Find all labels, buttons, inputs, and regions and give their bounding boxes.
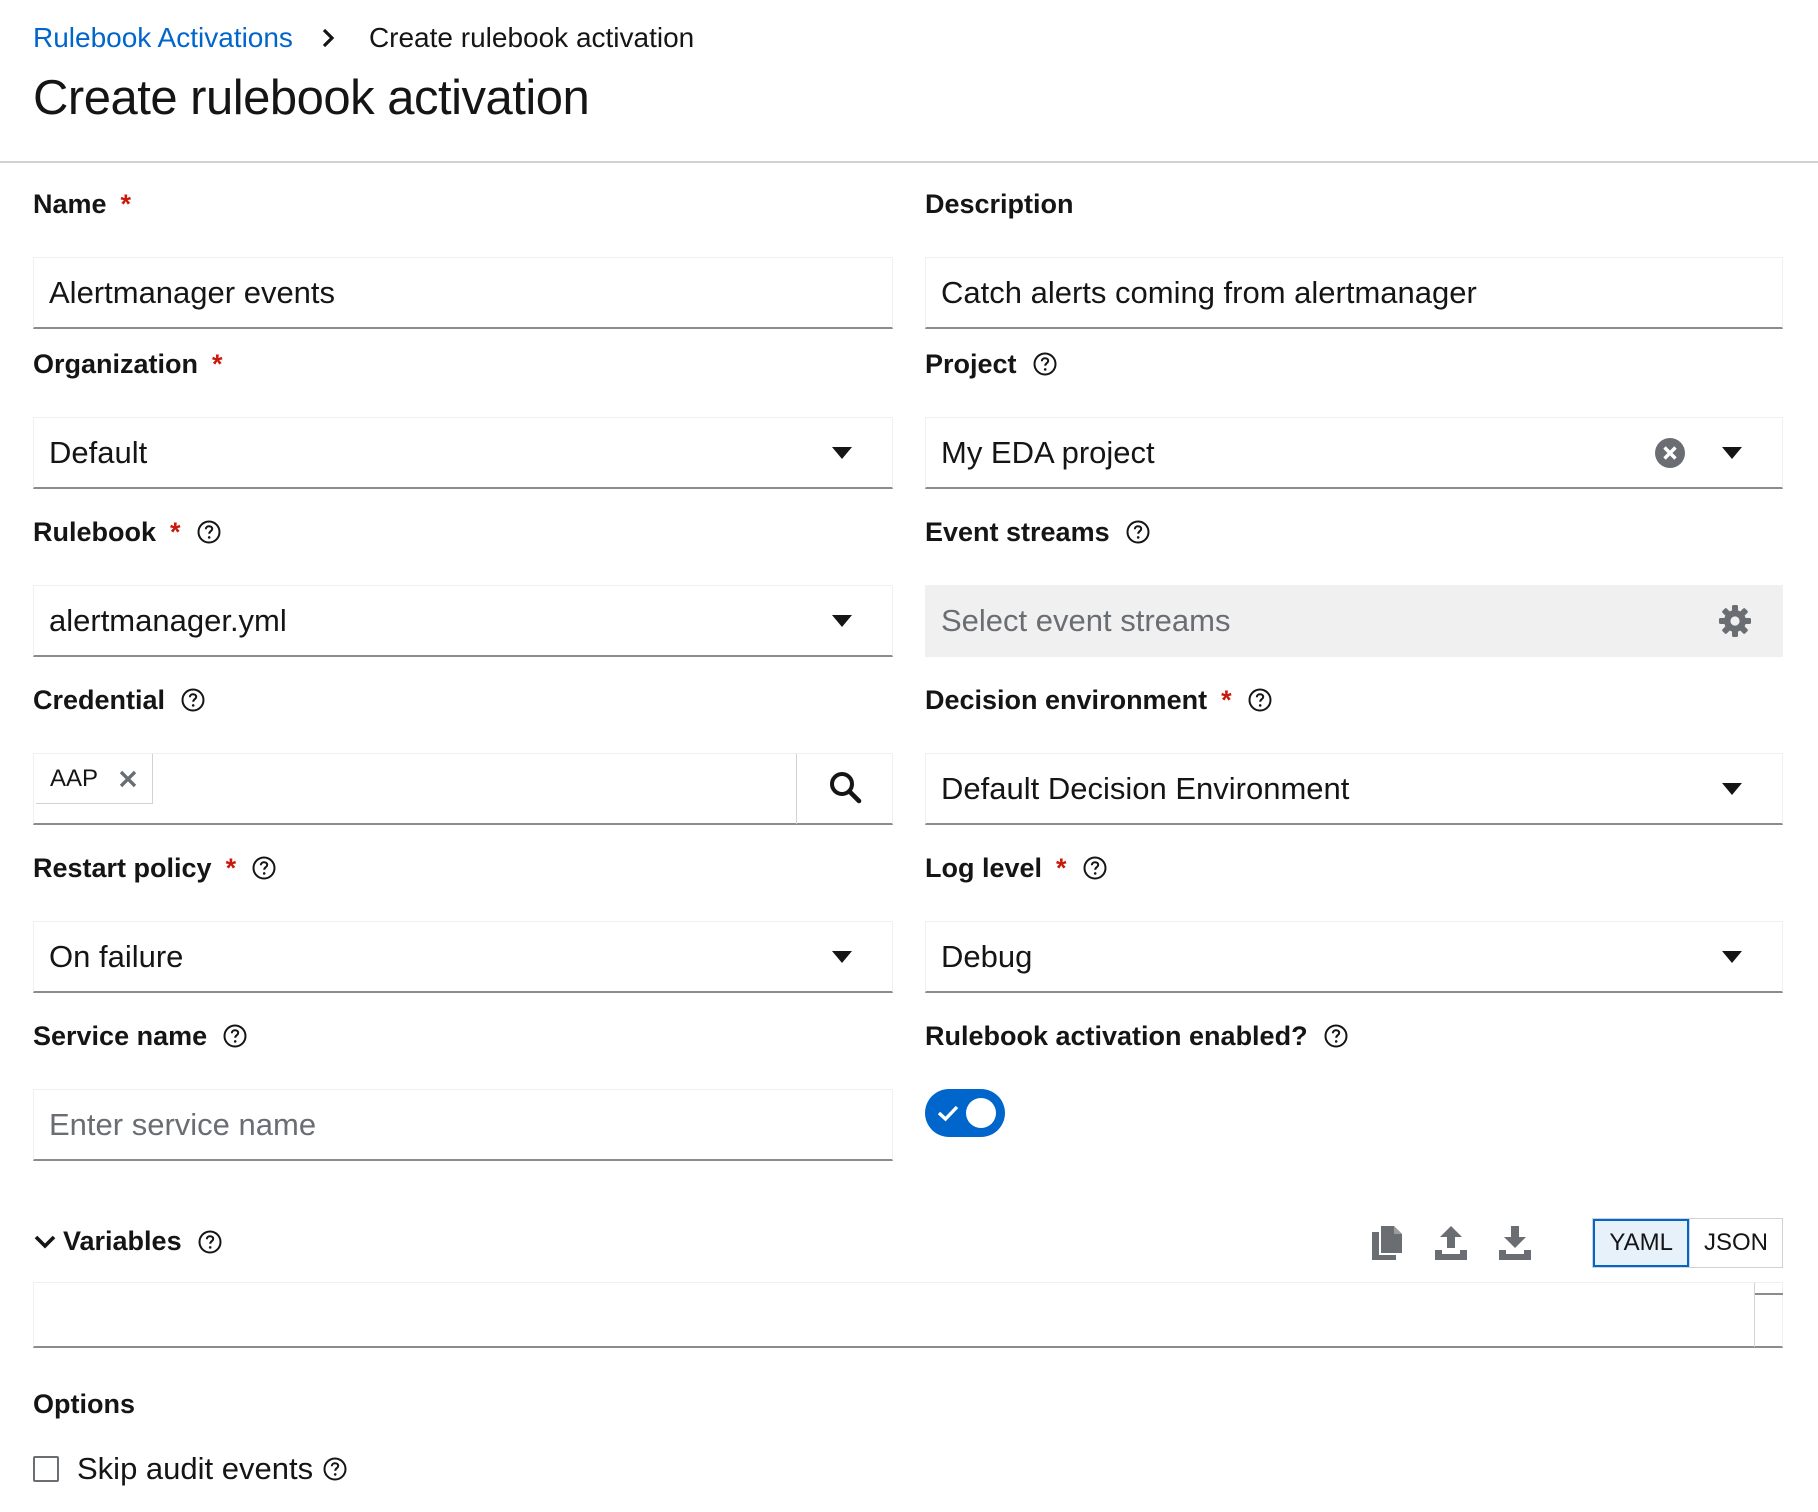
required-asterisk: * — [1056, 852, 1067, 883]
toggle-knob — [966, 1098, 996, 1128]
skip-audit-events-checkbox[interactable] — [33, 1456, 59, 1482]
skip-audit-events-row: Skip audit events — [33, 1451, 347, 1487]
variables-toggle[interactable]: Variables — [33, 1226, 222, 1257]
restart-policy-field-group: Restart policy * On failure — [33, 851, 893, 993]
page-title: Create rulebook activation — [33, 71, 590, 125]
rulebook-field-group: Rulebook * alertmanager.yml — [33, 515, 893, 657]
chevron-down-icon — [33, 1230, 57, 1254]
help-icon[interactable] — [198, 1230, 222, 1254]
rulebook-label: Rulebook * — [33, 515, 893, 549]
help-icon[interactable] — [1126, 520, 1150, 544]
description-input[interactable]: Catch alerts coming from alertmanager — [925, 257, 1783, 329]
variables-editor[interactable] — [33, 1282, 1783, 1348]
credential-input[interactable]: AAP — [33, 753, 893, 825]
project-field-group: Project My EDA project — [925, 347, 1783, 489]
name-input[interactable]: Alertmanager events — [33, 257, 893, 329]
credential-label: Credential — [33, 683, 893, 717]
description-label: Description — [925, 188, 1074, 219]
name-field-group: Name * Alertmanager events — [33, 187, 893, 329]
check-icon — [937, 1102, 959, 1124]
required-asterisk: * — [1221, 684, 1232, 715]
description-field-group: Description Catch alerts coming from ale… — [925, 187, 1783, 329]
options-label: Options — [33, 1389, 135, 1419]
help-icon[interactable] — [1248, 688, 1272, 712]
help-icon[interactable] — [1033, 352, 1057, 376]
format-toggle-group: YAML JSON — [1592, 1218, 1783, 1268]
required-asterisk: * — [170, 516, 181, 547]
help-icon[interactable] — [1324, 1024, 1348, 1048]
required-asterisk: * — [225, 852, 237, 883]
editor-scrollbar[interactable] — [1754, 1283, 1783, 1347]
project-select[interactable]: My EDA project — [925, 417, 1783, 489]
gear-icon[interactable] — [1718, 604, 1752, 638]
log-level-label: Log level * — [925, 851, 1783, 885]
clear-selection-icon[interactable] — [1653, 436, 1687, 470]
upload-icon[interactable] — [1434, 1223, 1468, 1263]
copy-icon[interactable] — [1370, 1223, 1404, 1263]
name-label: Name * — [33, 188, 132, 219]
event-streams-field-group: Event streams Select event streams — [925, 515, 1783, 657]
breadcrumb-current: Create rulebook activation — [368, 22, 695, 53]
help-icon[interactable] — [197, 520, 221, 544]
caret-down-icon — [1717, 438, 1747, 468]
credential-chip: AAP — [36, 754, 154, 804]
credential-search-button[interactable] — [796, 754, 892, 824]
restart-policy-label: Restart policy * — [33, 851, 893, 885]
project-label: Project — [925, 347, 1783, 381]
decision-environment-select[interactable]: Default Decision Environment — [925, 753, 1783, 825]
required-asterisk: * — [120, 188, 132, 219]
organization-select[interactable]: Default — [33, 417, 893, 489]
caret-down-icon — [827, 606, 857, 636]
variables-header: Variables YAML JSON — [33, 1218, 1783, 1268]
organization-label: Organization * — [33, 348, 223, 379]
service-name-label: Service name — [33, 1019, 893, 1053]
enabled-toggle[interactable] — [925, 1089, 1005, 1137]
enabled-label: Rulebook activation enabled? — [925, 1019, 1783, 1053]
organization-field-group: Organization * Default — [33, 347, 893, 489]
page-header: Rulebook Activations Create rulebook act… — [0, 0, 1818, 163]
decision-environment-field-group: Decision environment * Default Decision E… — [925, 683, 1783, 825]
credential-field-group: Credential AAP — [33, 683, 893, 825]
required-asterisk: * — [212, 348, 223, 379]
enabled-field-group: Rulebook activation enabled? — [925, 1019, 1783, 1137]
log-level-select[interactable]: Debug — [925, 921, 1783, 993]
log-level-field-group: Log level * Debug — [925, 851, 1783, 993]
rulebook-select[interactable]: alertmanager.yml — [33, 585, 893, 657]
skip-audit-events-label: Skip audit events — [77, 1451, 314, 1486]
chip-remove-icon[interactable] — [118, 769, 138, 789]
format-yaml-button[interactable]: YAML — [1593, 1219, 1689, 1267]
help-icon[interactable] — [181, 688, 205, 712]
chevron-right-icon — [315, 24, 343, 52]
search-icon — [828, 770, 862, 809]
variables-toolbar: YAML JSON — [1370, 1218, 1783, 1268]
help-icon[interactable] — [252, 856, 276, 880]
caret-down-icon — [827, 438, 857, 468]
event-streams-input[interactable]: Select event streams — [925, 585, 1783, 657]
format-json-button[interactable]: JSON — [1688, 1219, 1782, 1267]
restart-policy-select[interactable]: On failure — [33, 921, 893, 993]
event-streams-label: Event streams — [925, 515, 1783, 549]
help-icon[interactable] — [223, 1024, 247, 1048]
download-icon[interactable] — [1498, 1223, 1532, 1263]
caret-down-icon — [1717, 942, 1747, 972]
breadcrumb-link-rulebook-activations[interactable]: Rulebook Activations — [33, 20, 293, 56]
caret-down-icon — [827, 942, 857, 972]
help-icon[interactable] — [323, 1457, 347, 1481]
service-name-field-group: Service name Enter service name — [33, 1019, 893, 1161]
caret-down-icon — [1717, 774, 1747, 804]
service-name-input[interactable]: Enter service name — [33, 1089, 893, 1161]
help-icon[interactable] — [1083, 856, 1107, 880]
decision-environment-label: Decision environment * — [925, 683, 1783, 717]
breadcrumb: Rulebook Activations Create rulebook act… — [33, 20, 694, 56]
